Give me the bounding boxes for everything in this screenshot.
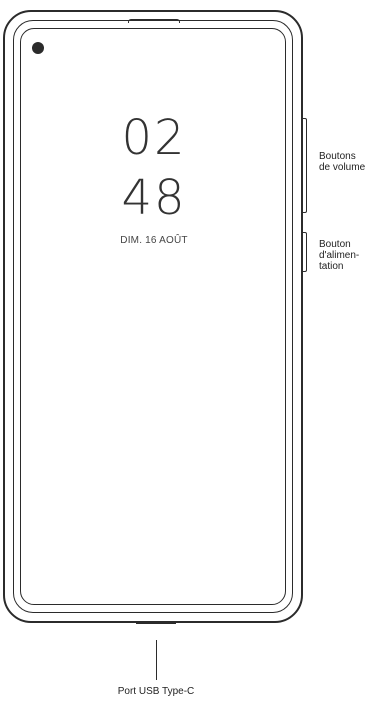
usb-port — [136, 621, 176, 624]
clock-date: DIM. 16 AOÛT — [120, 235, 188, 246]
volume-buttons — [303, 118, 307, 213]
label-volume-line: de volume — [319, 162, 366, 173]
label-power-line: Bouton — [319, 239, 351, 250]
clock-minute: 48 — [121, 170, 187, 226]
phone-frame — [13, 20, 293, 613]
label-volume-buttons: Boutons de volume — [319, 151, 365, 173]
label-power-button: Bouton d'alimen- tation — [319, 239, 359, 272]
clock-hour: 02 — [121, 110, 187, 166]
label-power-line: d'alimen- — [319, 250, 360, 261]
phone-diagram: 02 48 DIM. 16 AOÛT Boutons de volume Bou… — [0, 0, 377, 710]
phone-body: 02 48 DIM. 16 AOÛT — [3, 10, 303, 623]
label-usb-port: Port USB Type-C — [117, 686, 195, 697]
label-power-line: tation — [319, 261, 344, 272]
front-camera-icon — [32, 42, 44, 54]
label-volume-line: Boutons — [319, 151, 356, 162]
usb-leader-line — [156, 640, 157, 680]
power-button — [303, 232, 307, 272]
